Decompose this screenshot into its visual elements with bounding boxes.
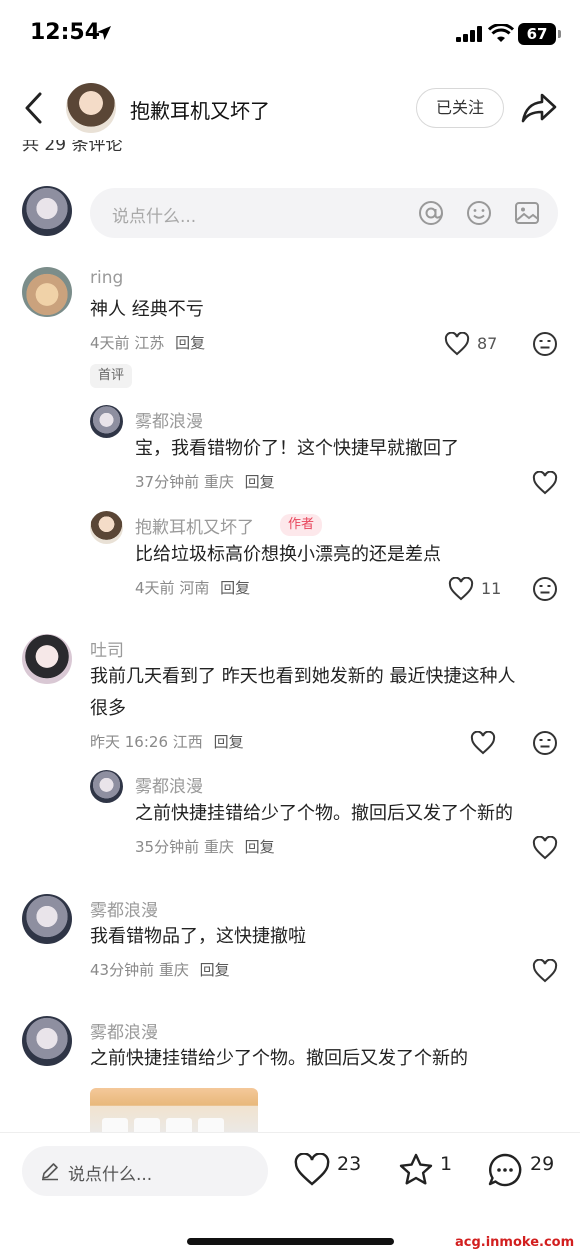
- avatar[interactable]: [90, 770, 123, 803]
- image-icon[interactable]: [514, 200, 540, 226]
- battery-indicator: 67: [518, 23, 556, 45]
- heart-icon[interactable]: [470, 731, 496, 755]
- my-avatar: [22, 186, 72, 236]
- signal-icon: [456, 26, 482, 42]
- reply-meta: 4天前 河南 回复: [135, 577, 250, 598]
- comment-image[interactable]: [90, 1088, 258, 1138]
- mention-icon[interactable]: [418, 200, 444, 226]
- avatar[interactable]: [22, 1016, 72, 1066]
- reply-text: 比给垃圾标高价想换小漂亮的还是差点: [135, 544, 441, 565]
- star-total: 1: [440, 1153, 453, 1175]
- comment-meta: 昨天 16:26 江西 回复: [90, 731, 244, 752]
- heart-icon[interactable]: [444, 332, 470, 356]
- reply-username[interactable]: 抱歉耳机又坏了: [135, 513, 254, 538]
- like-count: 11: [481, 579, 502, 598]
- location-arrow-icon: [97, 26, 111, 40]
- comment-meta: 4天前 江苏 回复: [90, 332, 205, 353]
- reply-text: 宝，我看错物价了！这个快捷早就撤回了: [135, 438, 459, 459]
- avatar[interactable]: [90, 511, 123, 544]
- comment-location: 江西: [172, 733, 203, 751]
- comment-total: 29: [530, 1153, 555, 1175]
- reply-button[interactable]: 回复: [245, 838, 275, 856]
- comment-location: 重庆: [158, 961, 189, 979]
- dislike-face-icon[interactable]: [532, 730, 558, 756]
- comment-count: 共 29 条评论: [22, 140, 123, 155]
- reply-text: 之前快捷挂错给少了个物。撤回后又发了个新的: [135, 803, 513, 824]
- reply-location: 重庆: [203, 473, 234, 491]
- post-header: 抱歉耳机又坏了 已关注: [0, 70, 580, 146]
- star-icon[interactable]: [398, 1152, 434, 1188]
- like-count: 87: [477, 334, 498, 353]
- home-indicator[interactable]: [187, 1238, 394, 1245]
- author-name[interactable]: 抱歉耳机又坏了: [130, 95, 270, 124]
- reply-time: 35分钟前: [135, 838, 200, 856]
- bottom-input-placeholder: 说点什么...: [68, 1165, 153, 1185]
- dislike-face-icon[interactable]: [532, 331, 558, 357]
- heart-icon[interactable]: [448, 577, 474, 601]
- like-total: 23: [337, 1153, 362, 1175]
- reply-button[interactable]: 回复: [245, 473, 275, 491]
- like-heart-icon[interactable]: [294, 1153, 330, 1187]
- comment-text: 之前快捷挂错给少了个物。撤回后又发了个新的: [90, 1048, 468, 1069]
- comment-text: 神人 经典不亏: [90, 299, 204, 320]
- reply-location: 重庆: [203, 838, 234, 856]
- author-avatar[interactable]: [66, 83, 116, 133]
- comment-location: 江苏: [134, 334, 165, 352]
- battery-tip: [558, 30, 561, 38]
- heart-icon[interactable]: [532, 836, 558, 860]
- heart-icon[interactable]: [532, 959, 558, 983]
- wifi-icon: [488, 24, 514, 42]
- comment-time: 4天前: [90, 334, 130, 352]
- reply-button[interactable]: 回复: [200, 961, 230, 979]
- share-icon[interactable]: [520, 90, 558, 126]
- comment-time: 43分钟前: [90, 961, 155, 979]
- comment-username[interactable]: 雾都浪漫: [90, 1018, 158, 1043]
- comment-username[interactable]: ring: [90, 268, 123, 288]
- comment-username[interactable]: 雾都浪漫: [90, 896, 158, 921]
- first-comment-badge: 首评: [90, 364, 133, 388]
- bottom-comment-input[interactable]: 说点什么...: [22, 1146, 268, 1196]
- reply-location: 河南: [179, 579, 210, 597]
- heart-icon[interactable]: [532, 471, 558, 495]
- comment-input-placeholder: 说点什么...: [112, 207, 197, 227]
- avatar[interactable]: [22, 634, 72, 684]
- reply-time: 4天前: [135, 579, 175, 597]
- reply-username[interactable]: 雾都浪漫: [135, 772, 203, 797]
- comment-input[interactable]: 说点什么...: [90, 188, 558, 238]
- back-arrow-icon[interactable]: [20, 90, 50, 126]
- comment-time: 昨天 16:26: [90, 733, 168, 751]
- reply-meta: 35分钟前 重庆 回复: [135, 836, 275, 857]
- comment-text-line2: 很多: [90, 698, 126, 719]
- reply-button[interactable]: 回复: [175, 334, 205, 352]
- watermark: acg.inmoke.com: [455, 1235, 575, 1250]
- reply-button[interactable]: 回复: [220, 579, 250, 597]
- reply-meta: 37分钟前 重庆 回复: [135, 471, 275, 492]
- avatar[interactable]: [90, 405, 123, 438]
- reply-username[interactable]: 雾都浪漫: [135, 407, 203, 432]
- comment-text: 我看错物品了，这快捷撤啦: [90, 926, 306, 947]
- reply-time: 37分钟前: [135, 473, 200, 491]
- dislike-face-icon[interactable]: [532, 576, 558, 602]
- reply-button[interactable]: 回复: [214, 733, 244, 751]
- avatar[interactable]: [22, 894, 72, 944]
- pen-icon: [42, 1163, 58, 1181]
- comment-meta: 43分钟前 重庆 回复: [90, 959, 230, 980]
- follow-button[interactable]: 已关注: [416, 88, 504, 128]
- status-time: 12:54: [30, 20, 101, 45]
- author-badge: 作者: [280, 514, 323, 536]
- comment-bubble-icon[interactable]: [487, 1152, 523, 1188]
- avatar[interactable]: [22, 267, 72, 317]
- emoji-icon[interactable]: [466, 200, 492, 226]
- comment-username[interactable]: 吐司: [90, 636, 124, 661]
- status-bar: 12:54 67: [0, 0, 580, 70]
- comment-text-line1: 我前几天看到了 昨天也看到她发新的 最近快捷这种人: [90, 666, 516, 687]
